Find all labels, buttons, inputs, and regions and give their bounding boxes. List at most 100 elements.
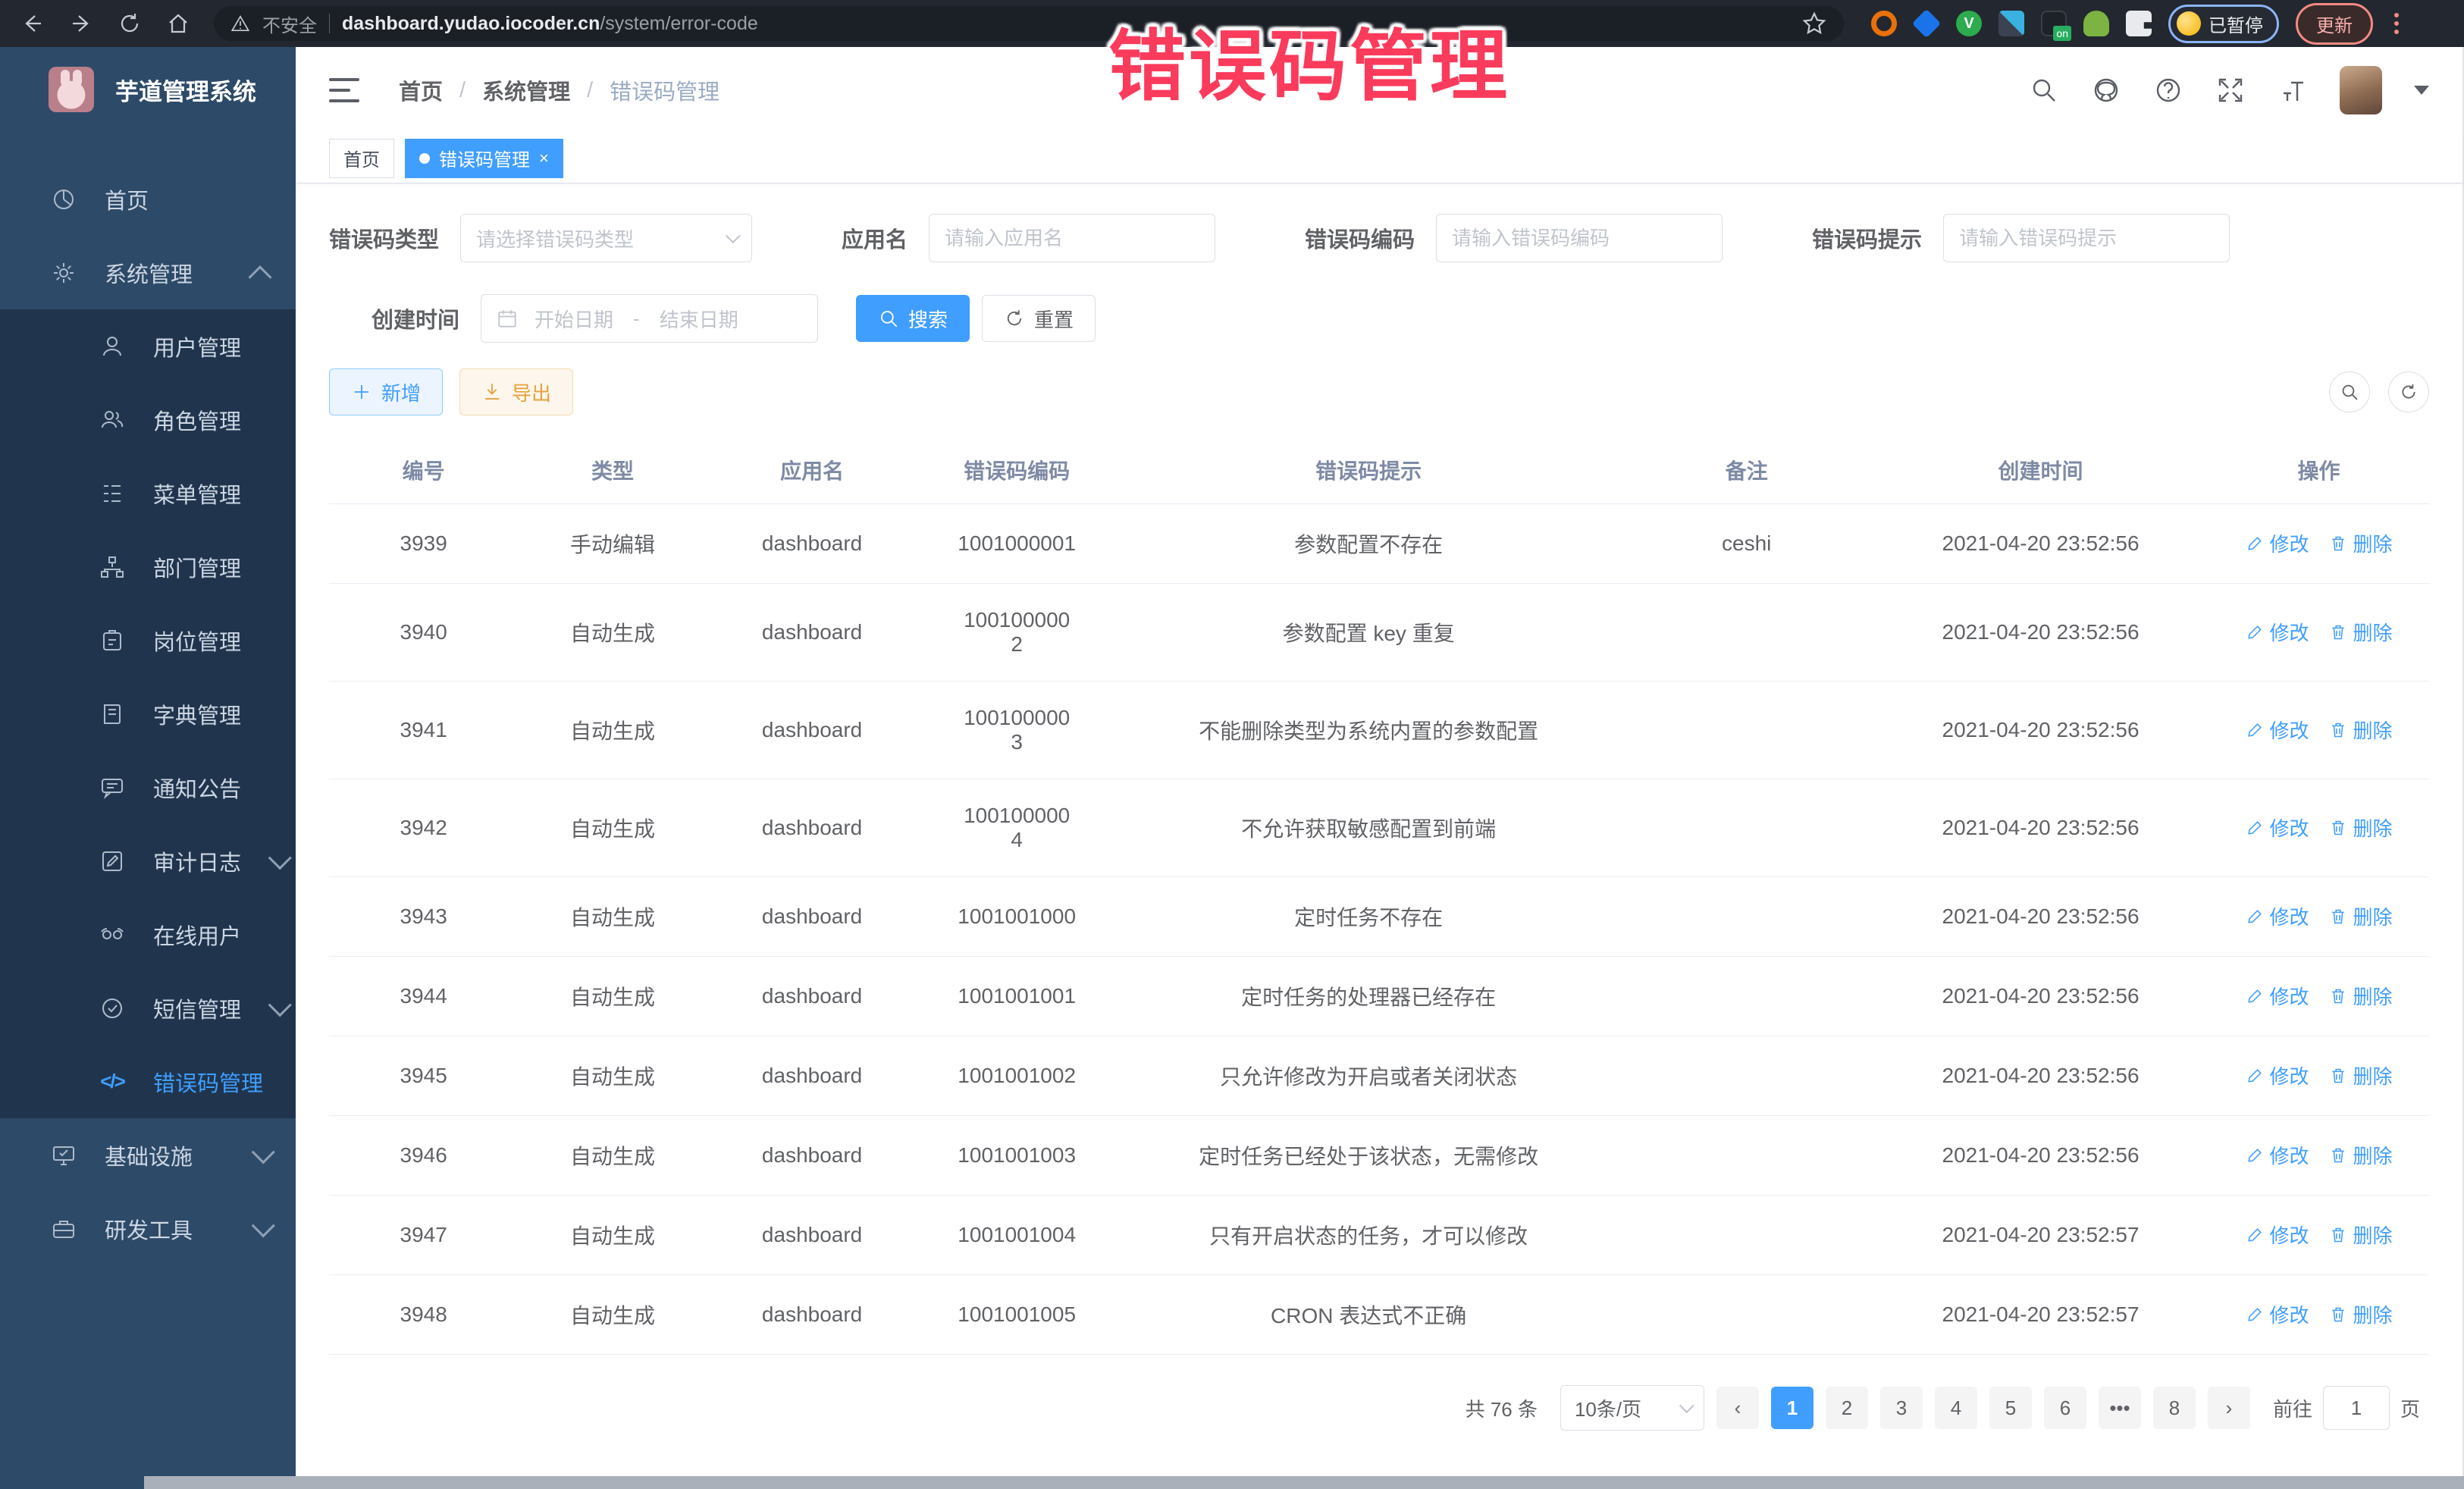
refresh-table-button[interactable] — [2388, 371, 2429, 412]
edit-link[interactable]: 修改 — [2246, 618, 2309, 646]
sidebar-item-infrastructure[interactable]: 基础设施 — [0, 1118, 296, 1192]
sidebar-item-error-code[interactable]: </> 错误码管理 — [0, 1045, 296, 1118]
horizontal-scrollbar[interactable] — [144, 1476, 2464, 1489]
delete-link[interactable]: 删除 — [2329, 1061, 2393, 1089]
goto-label: 前往 — [2273, 1394, 2312, 1422]
app-name-input[interactable] — [945, 227, 1199, 250]
edit-link[interactable]: 修改 — [2246, 902, 2309, 930]
sidebar-item-announcements[interactable]: 通知公告 — [0, 751, 296, 824]
close-tab-icon[interactable]: × — [539, 150, 549, 167]
page-button-8[interactable]: 8 — [2153, 1387, 2196, 1429]
edit-link[interactable]: 修改 — [2246, 529, 2309, 557]
prev-page-button[interactable]: ‹ — [1716, 1387, 1759, 1429]
home-icon[interactable] — [165, 11, 191, 36]
filter-time-label: 创建时间 — [371, 303, 459, 334]
goto-page-input[interactable]: 1 — [2323, 1386, 2390, 1430]
browser-menu-icon[interactable] — [2390, 13, 2403, 34]
extension-switch-icon[interactable]: on — [2041, 11, 2067, 36]
extension-blue-icon[interactable] — [1912, 9, 1941, 38]
bookmark-star-icon[interactable] — [1801, 11, 1827, 36]
delete-link[interactable]: 删除 — [2329, 529, 2393, 557]
delete-link[interactable]: 删除 — [2329, 902, 2393, 930]
sidebar-item-departments[interactable]: 部门管理 — [0, 530, 296, 603]
sidebar-item-online-users[interactable]: 在线用户 — [0, 898, 296, 971]
calendar-icon — [497, 308, 518, 329]
edit-link[interactable]: 修改 — [2246, 813, 2309, 842]
hamburger-icon[interactable] — [329, 78, 359, 102]
sidebar-item-dictionary[interactable]: 字典管理 — [0, 677, 296, 751]
edit-link[interactable]: 修改 — [2246, 982, 2309, 1010]
sms-clock-icon — [99, 995, 126, 1022]
delete-link[interactable]: 删除 — [2329, 813, 2393, 842]
paused-profile-badge[interactable]: 已暂停 — [2168, 5, 2279, 43]
user-avatar[interactable] — [2340, 66, 2382, 114]
breadcrumb-system[interactable]: 系统管理 — [482, 74, 570, 106]
reload-icon[interactable] — [117, 11, 143, 36]
delete-link[interactable]: 删除 — [2329, 716, 2393, 744]
table-row: 3939手动编辑dashboard1001000001参数配置不存在ceshi2… — [329, 504, 2429, 584]
sidebar-item-dev-tools[interactable]: 研发工具 — [0, 1192, 296, 1265]
sidebar-item-home[interactable]: 首页 — [0, 162, 296, 236]
sidebar-item-roles[interactable]: 角色管理 — [0, 383, 296, 456]
sidebar: 芋道管理系统 首页 系统管理 用户管理 角色管理 — [0, 47, 296, 1489]
error-code-input[interactable] — [1452, 227, 1707, 250]
delete-link[interactable]: 删除 — [2329, 982, 2393, 1010]
table-row: 3947自动生成dashboard1001001004只有开启状态的任务，才可以… — [329, 1196, 2429, 1275]
page-size-select[interactable]: 10条/页 — [1560, 1385, 1704, 1431]
delete-link[interactable]: 删除 — [2329, 1141, 2393, 1169]
sidebar-item-positions[interactable]: 岗位管理 — [0, 603, 296, 677]
page-button-1[interactable]: 1 — [1771, 1387, 1814, 1429]
delete-link[interactable]: 删除 — [2329, 1300, 2393, 1328]
error-msg-input-wrap — [1943, 214, 2230, 262]
extension-orange-icon[interactable] — [1871, 11, 1897, 36]
address-bar[interactable]: 不安全 dashboard.yudao.iocoder.cn/system/er… — [214, 6, 1844, 41]
toggle-search-button[interactable] — [2329, 371, 2370, 412]
sidebar-item-system[interactable]: 系统管理 — [0, 236, 296, 309]
edit-link[interactable]: 修改 — [2246, 1300, 2309, 1328]
more-pages-button[interactable]: ••• — [2099, 1387, 2141, 1429]
extension-green-icon[interactable]: V — [1956, 11, 1982, 36]
github-icon[interactable] — [2091, 75, 2121, 105]
caret-down-icon[interactable] — [2414, 86, 2429, 95]
page-button-5[interactable]: 5 — [1989, 1387, 2032, 1429]
tab-error-code[interactable]: 错误码管理 × — [405, 139, 563, 178]
delete-link[interactable]: 删除 — [2329, 618, 2393, 646]
back-icon[interactable] — [20, 11, 45, 36]
search-button[interactable]: 搜索 — [856, 295, 970, 342]
search-icon[interactable] — [2029, 75, 2059, 105]
error-msg-input[interactable] — [1959, 227, 2214, 250]
extensions-puzzle-icon[interactable] — [2126, 11, 2152, 36]
help-icon[interactable] — [2153, 75, 2183, 105]
sidebar-item-sms[interactable]: 短信管理 — [0, 971, 296, 1045]
font-size-icon[interactable] — [2277, 75, 2308, 105]
export-button[interactable]: 导出 — [459, 368, 573, 415]
error-type-select[interactable]: 请选择错误码类型 — [460, 214, 752, 262]
extension-key-icon[interactable] — [2083, 11, 2109, 36]
tab-home[interactable]: 首页 — [329, 139, 394, 178]
page-button-6[interactable]: 6 — [2044, 1387, 2086, 1429]
page-button-3[interactable]: 3 — [1880, 1387, 1923, 1429]
sidebar-item-menus[interactable]: 菜单管理 — [0, 456, 296, 530]
breadcrumb-home[interactable]: 首页 — [399, 74, 443, 106]
fullscreen-icon[interactable] — [2215, 75, 2246, 105]
reset-button[interactable]: 重置 — [982, 295, 1096, 342]
edit-link[interactable]: 修改 — [2246, 1221, 2309, 1249]
page-button-2[interactable]: 2 — [1826, 1387, 1868, 1429]
page-button-4[interactable]: 4 — [1935, 1387, 1977, 1429]
extension-grid-icon[interactable] — [1998, 11, 2024, 36]
delete-link[interactable]: 删除 — [2329, 1221, 2393, 1249]
edit-link[interactable]: 修改 — [2246, 1061, 2309, 1089]
next-page-button[interactable]: › — [2208, 1387, 2250, 1429]
forward-icon[interactable] — [68, 11, 94, 36]
table-row: 3941自动生成dashboard100100000 3不能删除类型为系统内置的… — [329, 682, 2429, 779]
chrome-update-button[interactable]: 更新 — [2296, 3, 2373, 45]
menu-tree-icon — [99, 480, 126, 507]
edit-link[interactable]: 修改 — [2246, 716, 2309, 744]
sidebar-item-audit-log[interactable]: 审计日志 — [0, 824, 296, 898]
date-range-picker[interactable]: 开始日期 - 结束日期 — [481, 294, 818, 343]
sidebar-item-users[interactable]: 用户管理 — [0, 309, 296, 383]
chevron-down-icon — [252, 1214, 275, 1237]
annotation-title: 错误码管理 — [1108, 5, 1510, 116]
add-button[interactable]: 新增 — [329, 368, 443, 415]
edit-link[interactable]: 修改 — [2246, 1141, 2309, 1169]
